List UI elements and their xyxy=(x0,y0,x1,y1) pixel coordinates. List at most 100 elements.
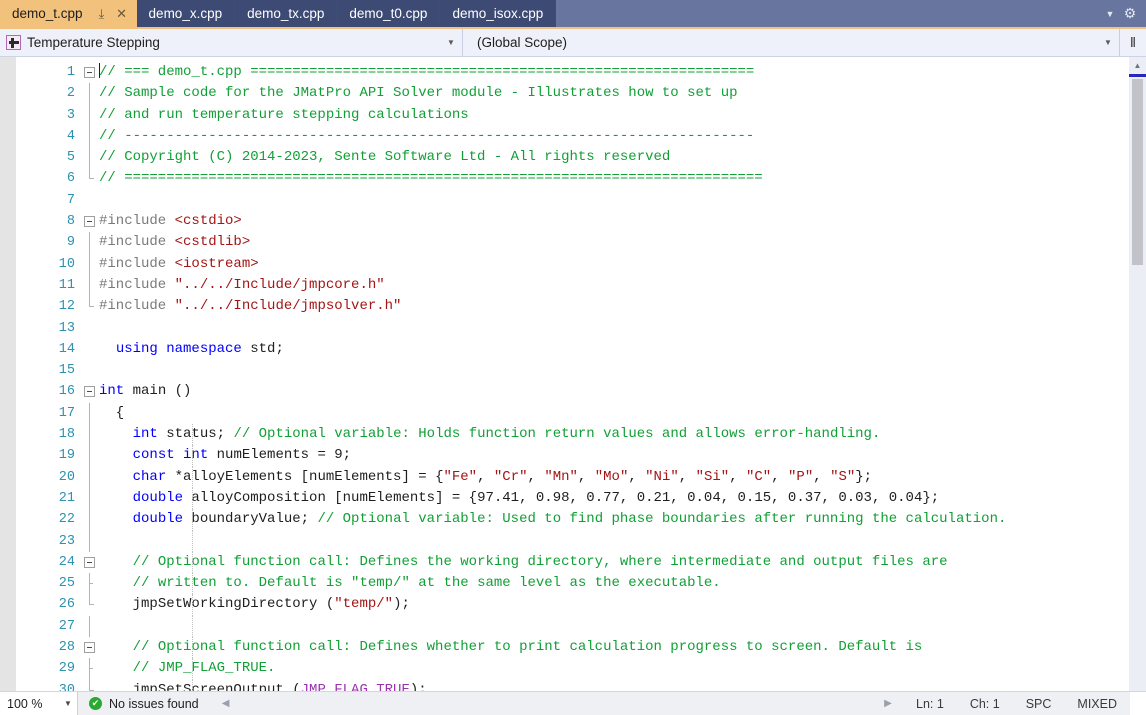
editor-tab-demo-isox[interactable]: demo_isox.cpp xyxy=(440,0,557,27)
code-token: #include xyxy=(99,255,175,272)
fold-marker[interactable] xyxy=(82,573,99,595)
fold-marker[interactable] xyxy=(82,615,99,638)
code-line[interactable]: // =====================================… xyxy=(99,168,1129,189)
code-token: #include xyxy=(99,234,175,251)
code-line[interactable]: const int numElements = 9; xyxy=(99,445,1129,467)
editor-tab-label: demo_isox.cpp xyxy=(452,6,544,21)
code-line[interactable]: int status; // Optional variable: Holds … xyxy=(99,424,1129,446)
fold-marker[interactable] xyxy=(82,253,99,275)
code-line[interactable]: // and run temperature stepping calculat… xyxy=(99,105,1129,126)
fold-marker[interactable] xyxy=(82,104,99,126)
code-line[interactable]: // Copyright (C) 2014-2023, Sente Softwa… xyxy=(99,147,1129,168)
code-line[interactable]: jmpSetWorkingDirectory ("temp/"); xyxy=(99,594,1129,616)
next-issue-icon[interactable]: ▶ xyxy=(873,692,903,715)
fold-marker[interactable] xyxy=(82,147,99,169)
pin-icon[interactable]: ⤓ xyxy=(93,5,111,23)
indentation-indicator[interactable]: SPC xyxy=(1013,692,1065,715)
zoom-level-dropdown[interactable]: 100 % ▼ xyxy=(0,692,78,715)
editor-tab-demo-t0[interactable]: demo_t0.cpp xyxy=(337,0,441,27)
code-line[interactable]: double boundaryValue; // Optional variab… xyxy=(99,509,1129,531)
gear-icon[interactable]: ⚙ xyxy=(1120,3,1140,25)
collapse-icon[interactable] xyxy=(84,642,95,654)
split-view-button[interactable]: ⫴ xyxy=(1120,29,1146,56)
code-line[interactable]: // JMP_FLAG_TRUE. xyxy=(99,658,1129,680)
fold-marker[interactable] xyxy=(82,83,99,105)
code-line[interactable]: { xyxy=(99,403,1129,424)
issues-indicator[interactable]: ✔ No issues found xyxy=(78,692,199,715)
chevron-down-icon[interactable]: ▼ xyxy=(440,38,462,47)
code-editor[interactable]: 1 2 3 4 5 6 7 8 9 10 11 12 13 14 15 16 17 18 19 20 21 22 23 24 2… xyxy=(0,57,1146,691)
code-line[interactable] xyxy=(99,360,1129,381)
fold-marker[interactable] xyxy=(82,232,99,254)
chevron-down-icon[interactable]: ▼ xyxy=(59,699,77,708)
fold-marker[interactable] xyxy=(82,168,99,189)
fold-marker[interactable] xyxy=(82,594,99,615)
fold-marker[interactable] xyxy=(82,466,99,488)
scope-dropdown[interactable]: (Global Scope) ▼ xyxy=(463,29,1120,56)
fold-marker[interactable] xyxy=(82,381,99,402)
code-line[interactable]: // -------------------------------------… xyxy=(99,126,1129,147)
code-token: // -------------------------------------… xyxy=(99,127,755,144)
code-line[interactable]: using namespace std; xyxy=(99,339,1129,360)
editor-tab-demo-tx[interactable]: demo_tx.cpp xyxy=(235,0,338,27)
fold-marker[interactable] xyxy=(82,211,99,232)
fold-marker[interactable] xyxy=(82,637,99,658)
scroll-up-icon[interactable]: ▲ xyxy=(1129,57,1146,74)
fold-marker[interactable] xyxy=(82,552,99,573)
fold-marker[interactable] xyxy=(82,445,99,467)
fold-marker[interactable] xyxy=(82,296,99,317)
fold-marker[interactable] xyxy=(82,62,99,83)
code-token: #include xyxy=(99,213,175,230)
code-line[interactable]: double alloyComposition [numElements] = … xyxy=(99,487,1129,510)
code-line[interactable]: #include <cstdio> xyxy=(99,211,1129,232)
selection-margin[interactable] xyxy=(0,57,16,691)
fold-marker[interactable] xyxy=(82,402,99,425)
collapse-icon[interactable] xyxy=(84,216,95,228)
chevron-down-icon[interactable]: ▼ xyxy=(1097,38,1119,47)
code-line[interactable]: #include <iostream> xyxy=(99,254,1129,275)
code-folding-margin[interactable] xyxy=(82,57,99,691)
fold-marker[interactable] xyxy=(82,658,99,680)
split-view-icon: ⫴ xyxy=(1130,34,1136,50)
fold-marker[interactable] xyxy=(82,125,99,148)
code-line[interactable]: // Optional function call: Defines wheth… xyxy=(99,637,1129,659)
code-line[interactable]: char *alloyElements [numElements] = {"Fe… xyxy=(99,466,1129,488)
code-line[interactable] xyxy=(99,530,1129,552)
code-token: JMP_FLAG_TRUE xyxy=(300,681,410,691)
code-line[interactable]: #include <cstdlib> xyxy=(99,232,1129,253)
fold-marker[interactable] xyxy=(82,487,99,510)
previous-issue-icon[interactable]: ◀ xyxy=(211,692,241,715)
code-line[interactable]: // === demo_t.cpp ======================… xyxy=(99,62,1129,83)
fold-marker[interactable] xyxy=(82,274,99,297)
code-line[interactable]: int main () xyxy=(99,381,1129,402)
code-token: double xyxy=(132,489,184,506)
code-token: { xyxy=(99,404,125,421)
fold-marker[interactable] xyxy=(82,424,99,446)
fold-marker[interactable] xyxy=(82,530,99,552)
scrollbar-thumb[interactable] xyxy=(1132,79,1143,265)
editor-tab-demo-x[interactable]: demo_x.cpp xyxy=(136,0,236,27)
collapse-icon[interactable] xyxy=(84,386,95,398)
code-text-area[interactable]: // === demo_t.cpp ======================… xyxy=(99,57,1129,691)
code-line[interactable]: #include "../../Include/jmpsolver.h" xyxy=(99,296,1129,317)
chevron-down-icon[interactable]: ▼ xyxy=(1100,3,1120,25)
code-line[interactable] xyxy=(99,615,1129,638)
line-ending-indicator[interactable]: MIXED xyxy=(1064,692,1130,715)
collapse-icon[interactable] xyxy=(84,67,95,78)
line-number: 14 xyxy=(58,341,75,357)
code-line[interactable]: // written to. Default is "temp/" at the… xyxy=(99,573,1129,595)
code-line[interactable]: // Sample code for the JMatPro API Solve… xyxy=(99,83,1129,104)
vertical-scrollbar[interactable]: ▲ xyxy=(1129,57,1146,691)
fold-marker[interactable] xyxy=(82,679,99,691)
close-icon[interactable]: ✕ xyxy=(113,5,131,23)
code-line[interactable]: #include "../../Include/jmpcore.h" xyxy=(99,275,1129,296)
code-line[interactable] xyxy=(99,190,1129,211)
fold-marker[interactable] xyxy=(82,509,99,531)
code-line[interactable]: jmpSetScreenOutput (JMP_FLAG_TRUE); xyxy=(99,679,1129,691)
line-number: 16 xyxy=(58,384,75,400)
project-dropdown[interactable]: Temperature Stepping ▼ xyxy=(0,29,463,56)
code-line[interactable] xyxy=(99,318,1129,339)
collapse-icon[interactable] xyxy=(84,556,95,568)
editor-tab-demo-t[interactable]: demo_t.cpp ⤓ ✕ xyxy=(0,0,137,27)
code-line[interactable]: // Optional function call: Defines the w… xyxy=(99,551,1129,574)
